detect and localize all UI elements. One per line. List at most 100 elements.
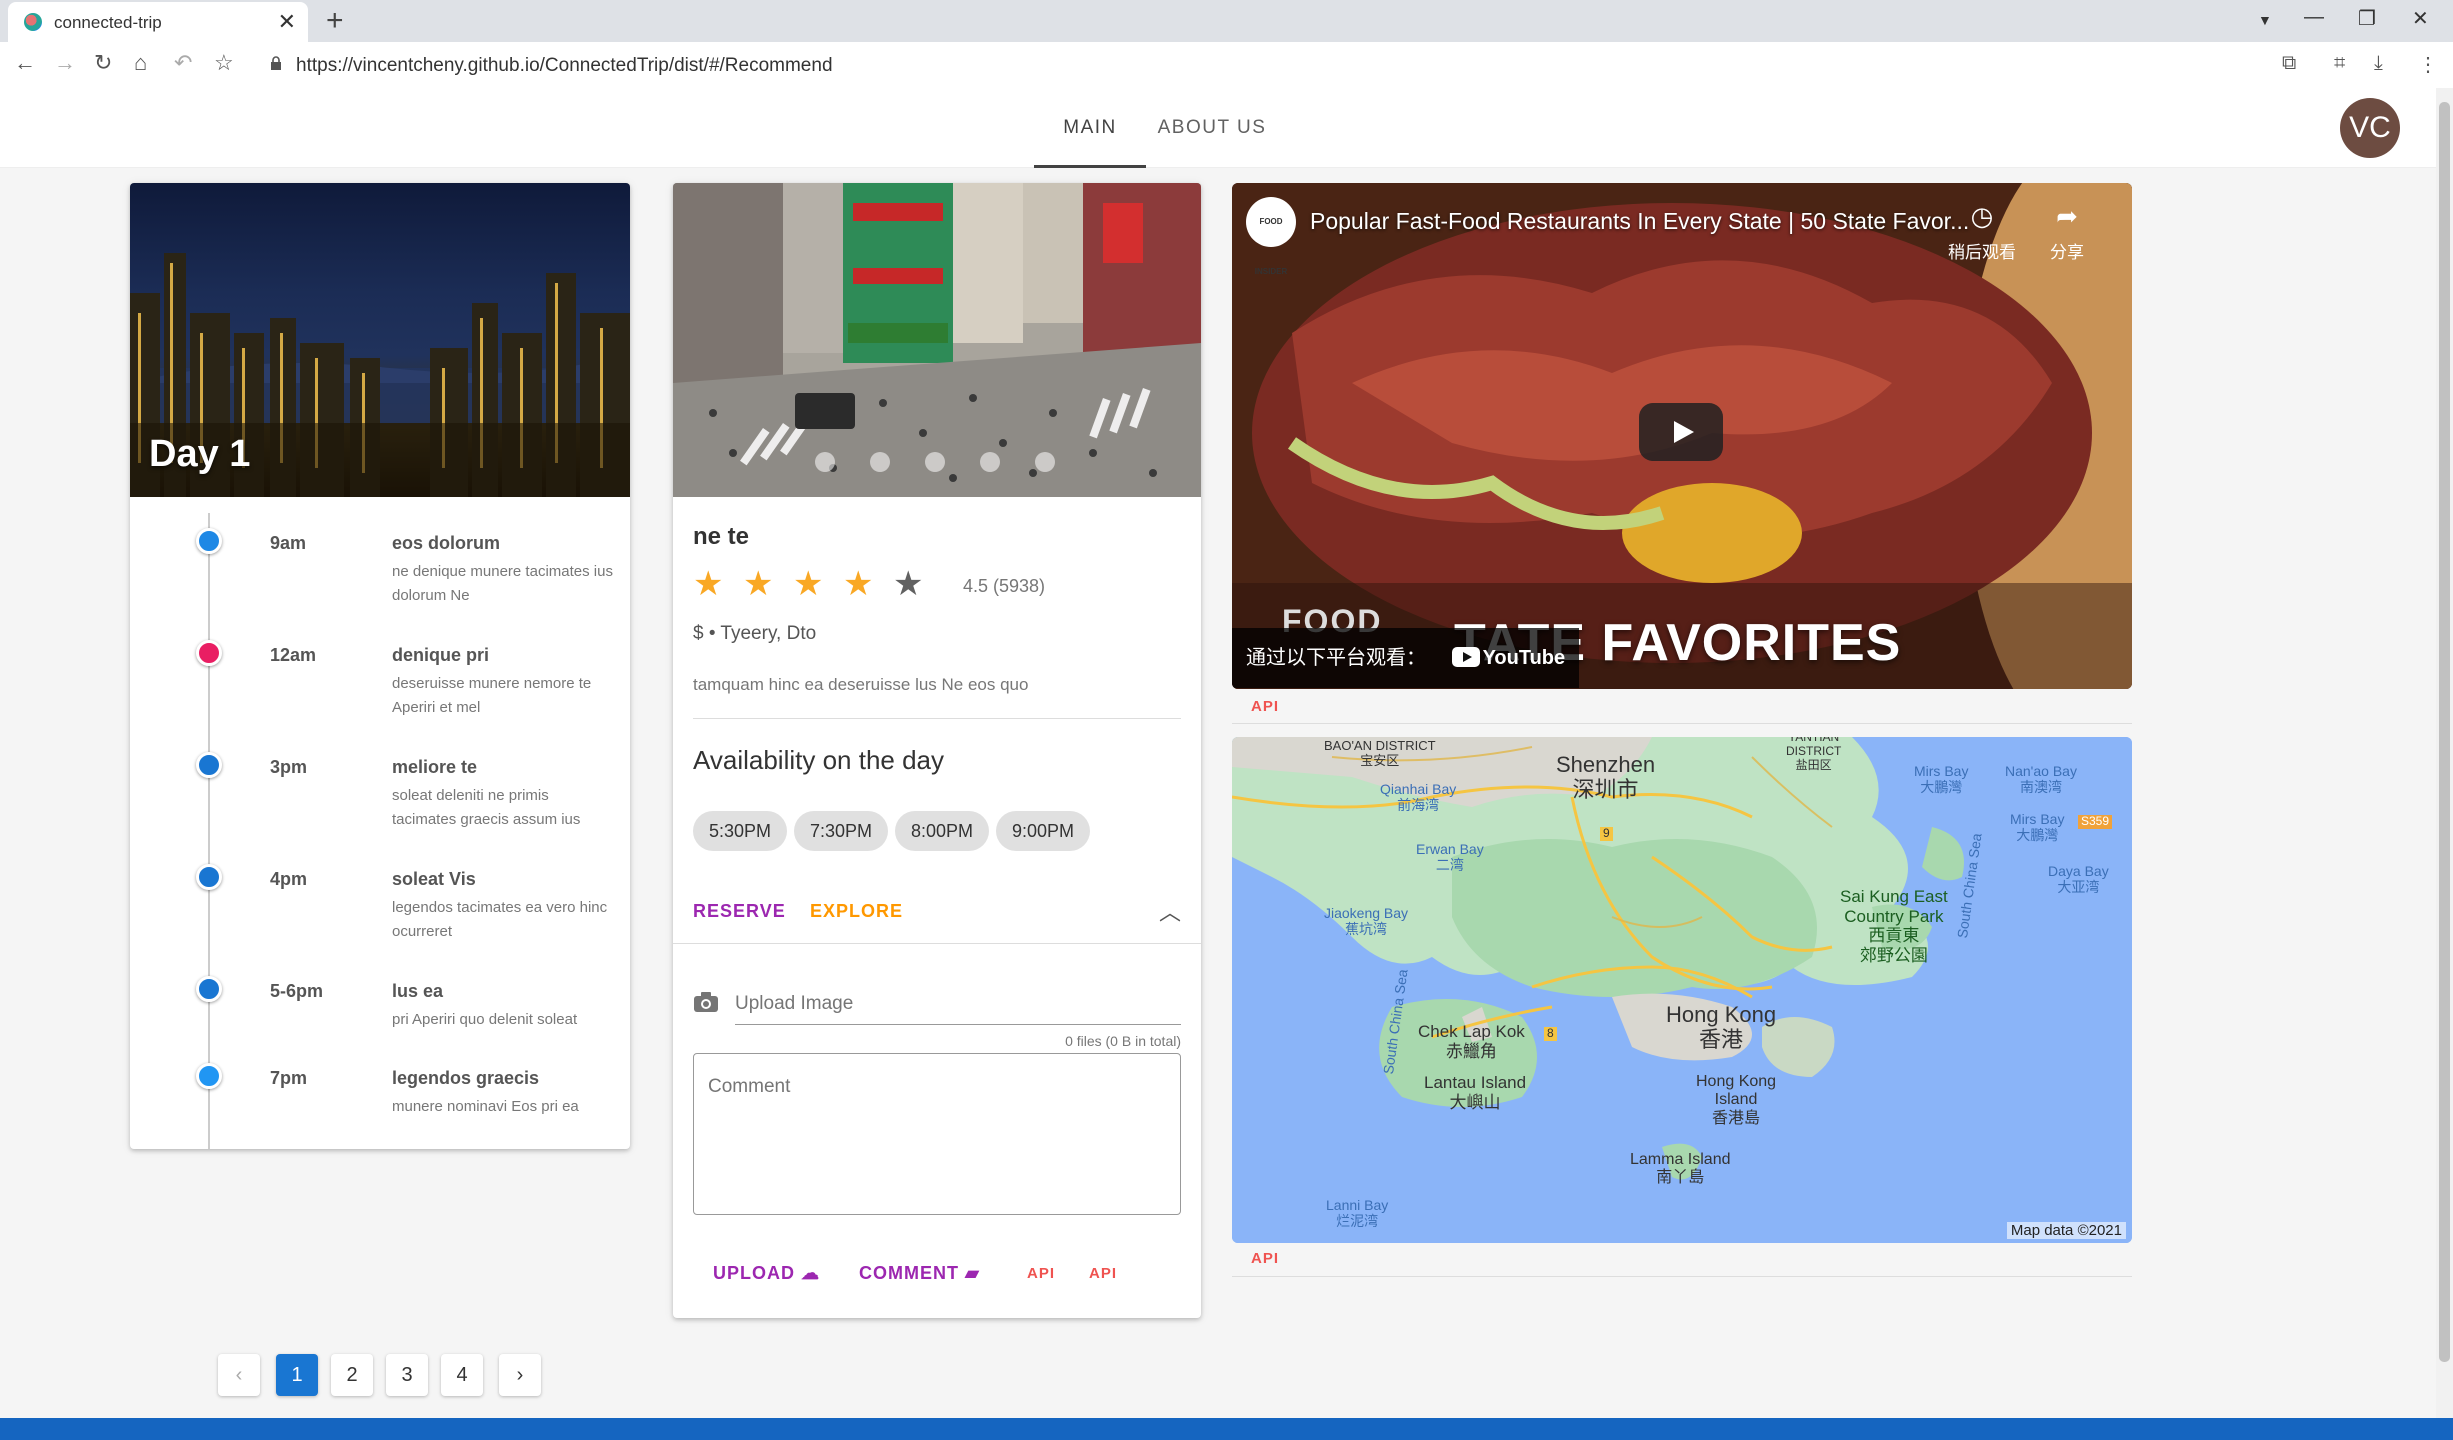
restaurant-name: ne te (693, 523, 750, 550)
window-close-icon[interactable]: ✕ (2412, 6, 2429, 31)
watch-later-button[interactable]: ◷ 稍后观看 (1942, 201, 2022, 263)
minimize-icon[interactable]: — (2304, 6, 2324, 29)
page-button-2[interactable]: 2 (331, 1354, 373, 1396)
upload-button[interactable]: UPLOAD ☁ (713, 1263, 820, 1284)
play-button[interactable] (1639, 403, 1723, 461)
price-location: $ • Tyeery, Dto (693, 623, 817, 644)
reserve-button[interactable]: RESERVE (693, 901, 786, 922)
api-button[interactable]: API (1089, 1265, 1117, 1282)
time-chip[interactable]: 5:30PM (693, 811, 788, 851)
chevron-up-icon[interactable]: ︿ (1159, 895, 1181, 927)
timeline-description: legendos tacimates ea vero hinc ocurrere… (392, 899, 608, 940)
scrollbar-thumb[interactable] (2439, 102, 2450, 1362)
timeline-item[interactable]: 5-6pm lus ea pri Aperiri quo delenit solea… (130, 976, 630, 1076)
divider (1232, 1276, 2132, 1277)
camera-icon[interactable] (693, 991, 719, 1013)
page-scrollbar[interactable] (2436, 88, 2453, 1418)
map-label: Lanni Bay 烂泥湾 (1326, 1197, 1389, 1230)
youtube-play-icon (1451, 647, 1480, 667)
map-label: Chek Lap Kok 赤鱲角 (1418, 1022, 1525, 1061)
channel-avatar[interactable]: FOOD INSIDER (1246, 197, 1296, 276)
page-button-1[interactable]: 1 (276, 1354, 318, 1396)
translate-icon[interactable]: ⧉ (2282, 52, 2296, 75)
map-label: Qianhai Bay 前海湾 (1380, 781, 1457, 814)
comment-textarea[interactable] (693, 1053, 1181, 1215)
timeline-item[interactable]: 7pm legendos graecis munere nominavi Eos p… (130, 1063, 630, 1149)
timeline-item[interactable]: 3pm meliore te soleat deleniti ne primis t… (130, 752, 630, 852)
next-page-button[interactable]: › (499, 1354, 541, 1396)
upload-label: UPLOAD (713, 1263, 795, 1283)
restore-icon[interactable]: ❐ (2358, 6, 2376, 31)
timeline-description: soleat deleniti ne primis tacimates grae… (392, 787, 581, 828)
timeline-title: denique pri (392, 645, 490, 665)
map-label: Mirs Bay 大鵬灣 (2010, 811, 2065, 844)
timeline-dot (196, 864, 222, 890)
map-label: Hong Kong Island 香港島 (1696, 1073, 1777, 1127)
page-button-4[interactable]: 4 (441, 1354, 483, 1396)
carousel-dot[interactable] (980, 452, 1000, 472)
undo-icon[interactable]: ↶ (174, 50, 192, 76)
carousel-dot[interactable] (815, 452, 835, 472)
upload-image-input[interactable] (735, 983, 1181, 1025)
video-api-link[interactable]: API (1251, 698, 1279, 715)
video-title[interactable]: Popular Fast-Food Restaurants In Every S… (1310, 208, 1969, 235)
reload-icon[interactable]: ↻ (94, 50, 112, 76)
close-tab-icon[interactable]: ✕ (278, 9, 296, 35)
tab-title: connected-trip (54, 13, 162, 32)
restaurant-card: ne te ★ ★ ★ ★ ★ 4.5 (5938) $ • Tyeery, D… (673, 183, 1201, 1318)
timeline-item[interactable]: 9am eos dolorum ne denique munere tacimate… (130, 528, 630, 628)
home-icon[interactable]: ⌂ (134, 50, 147, 76)
back-icon[interactable]: ← (14, 50, 36, 76)
tab-about-us[interactable]: ABOUT US (1146, 88, 1278, 168)
youtube-label: YouTube (1482, 647, 1566, 669)
watch-on-youtube-button[interactable]: 通过以下平台观看： YouTube (1232, 628, 1580, 688)
comment-button[interactable]: COMMENT ▰ (859, 1263, 980, 1284)
tab-main[interactable]: MAIN (1034, 88, 1146, 168)
divider (673, 943, 1201, 944)
watch-on-label: 通过以下平台观看： (1246, 647, 1426, 669)
clock-icon: ◷ (1970, 201, 1994, 231)
omnibox[interactable]: https://vincentcheny.github.io/Connected… (262, 49, 2272, 81)
new-tab-button[interactable]: + (326, 4, 344, 38)
comment-icon: ▰ (965, 1263, 980, 1283)
timeline-description: ne denique munere tacimates ius dolorum … (392, 563, 613, 604)
carousel-dot[interactable] (925, 452, 945, 472)
youtube-video-embed[interactable]: FOOD INSIDER Popular Fast-Food Restauran… (1232, 183, 2132, 689)
tab-strip: connected-trip ✕ + ▼ — ❐ ✕ (0, 0, 2453, 42)
restaurant-image-carousel[interactable] (673, 183, 1201, 497)
menu-icon[interactable]: ⋮ (2418, 52, 2438, 77)
carousel-dot[interactable] (870, 452, 890, 472)
timeline-item[interactable]: 4pm soleat Vis legendos tacimates ea vero … (130, 864, 630, 964)
map-label: Lamma Island 南丫島 (1630, 1151, 1731, 1187)
timeline-time: 9am (270, 533, 307, 553)
bookmark-star-icon[interactable]: ☆ (214, 50, 234, 76)
time-chip[interactable]: 7:30PM (794, 811, 889, 851)
time-chip[interactable]: 9:00PM (996, 811, 1091, 851)
prev-page-button[interactable]: ‹ (218, 1354, 260, 1396)
lock-icon (271, 56, 281, 70)
road-badge: 8 (1544, 1026, 1557, 1041)
map-label: Nan'ao Bay 南澳湾 (2005, 763, 2077, 796)
day-title: Day 1 (149, 433, 251, 475)
timeline-title: meliore te (392, 757, 478, 777)
browser-tab[interactable]: connected-trip ✕ (8, 2, 308, 42)
api-button[interactable]: API (1027, 1265, 1055, 1282)
timeline-title: lus ea (392, 981, 444, 1001)
google-map[interactable]: BAO'AN DISTRICT 宝安区 Shenzhen 深圳市 YANTIAN DI… (1232, 737, 2132, 1243)
share-button[interactable]: ➦ 分享 (2032, 201, 2102, 263)
time-chip[interactable]: 8:00PM (895, 811, 990, 851)
forward-icon[interactable]: → (54, 50, 76, 76)
carousel-dot[interactable] (1035, 452, 1055, 472)
tab-search-icon[interactable]: ▼ (2258, 12, 2272, 28)
avatar[interactable]: VC (2340, 98, 2400, 158)
share-icon: ➦ (2056, 201, 2078, 231)
explore-button[interactable]: EXPLORE (810, 901, 903, 922)
page-button-3[interactable]: 3 (386, 1354, 428, 1396)
download-icon[interactable]: ⤓ (2374, 52, 2383, 75)
cloud-upload-icon: ☁ (801, 1263, 821, 1283)
screenshot-icon[interactable]: ⌗ (2334, 52, 2345, 75)
timeline-item[interactable]: 12am denique pri deseruisse munere nemore … (130, 640, 630, 740)
star-icon: ★ (743, 565, 774, 603)
map-api-link[interactable]: API (1251, 1250, 1279, 1267)
map-attribution: Map data ©2021 (2006, 1222, 2126, 1239)
